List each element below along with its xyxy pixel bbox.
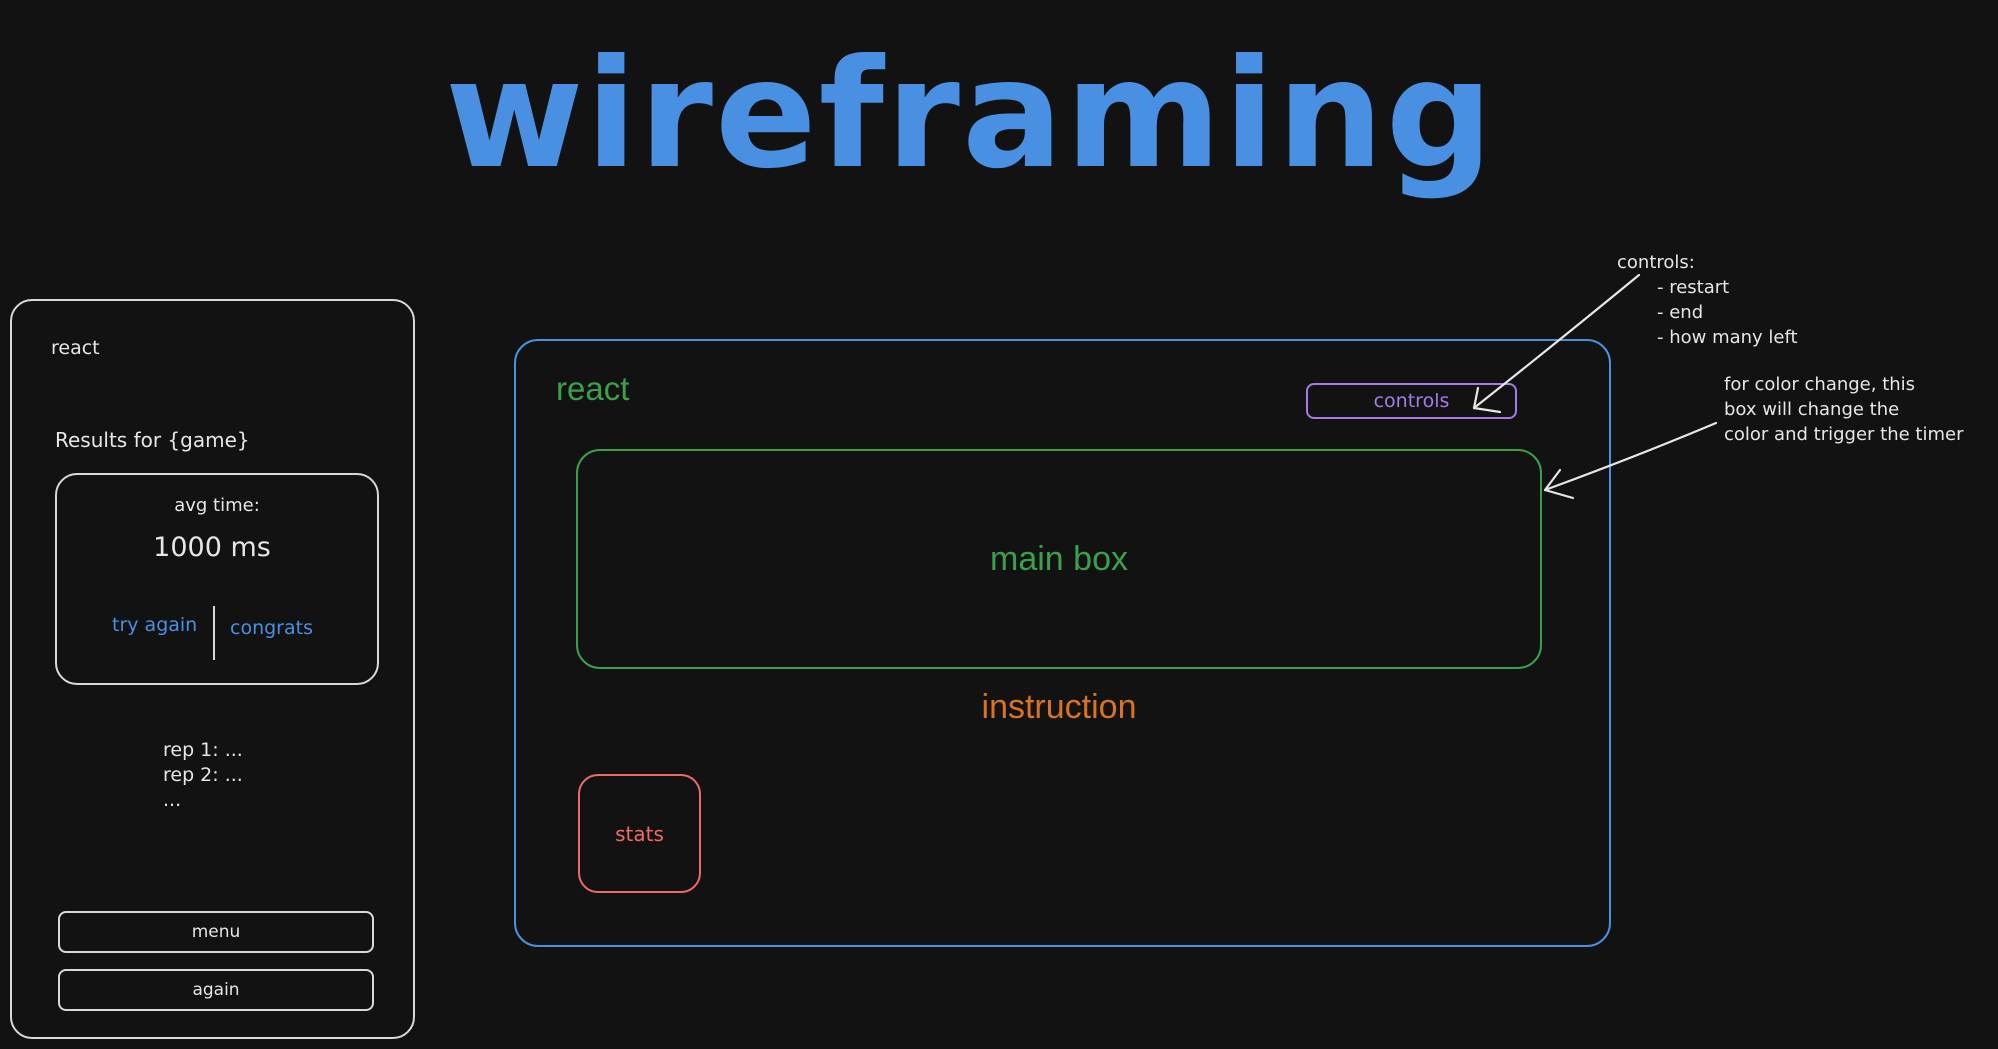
- color-arrow: [1543, 421, 1718, 492]
- annotation-arrows: [1472, 273, 1718, 500]
- controls-arrow: [1472, 273, 1641, 410]
